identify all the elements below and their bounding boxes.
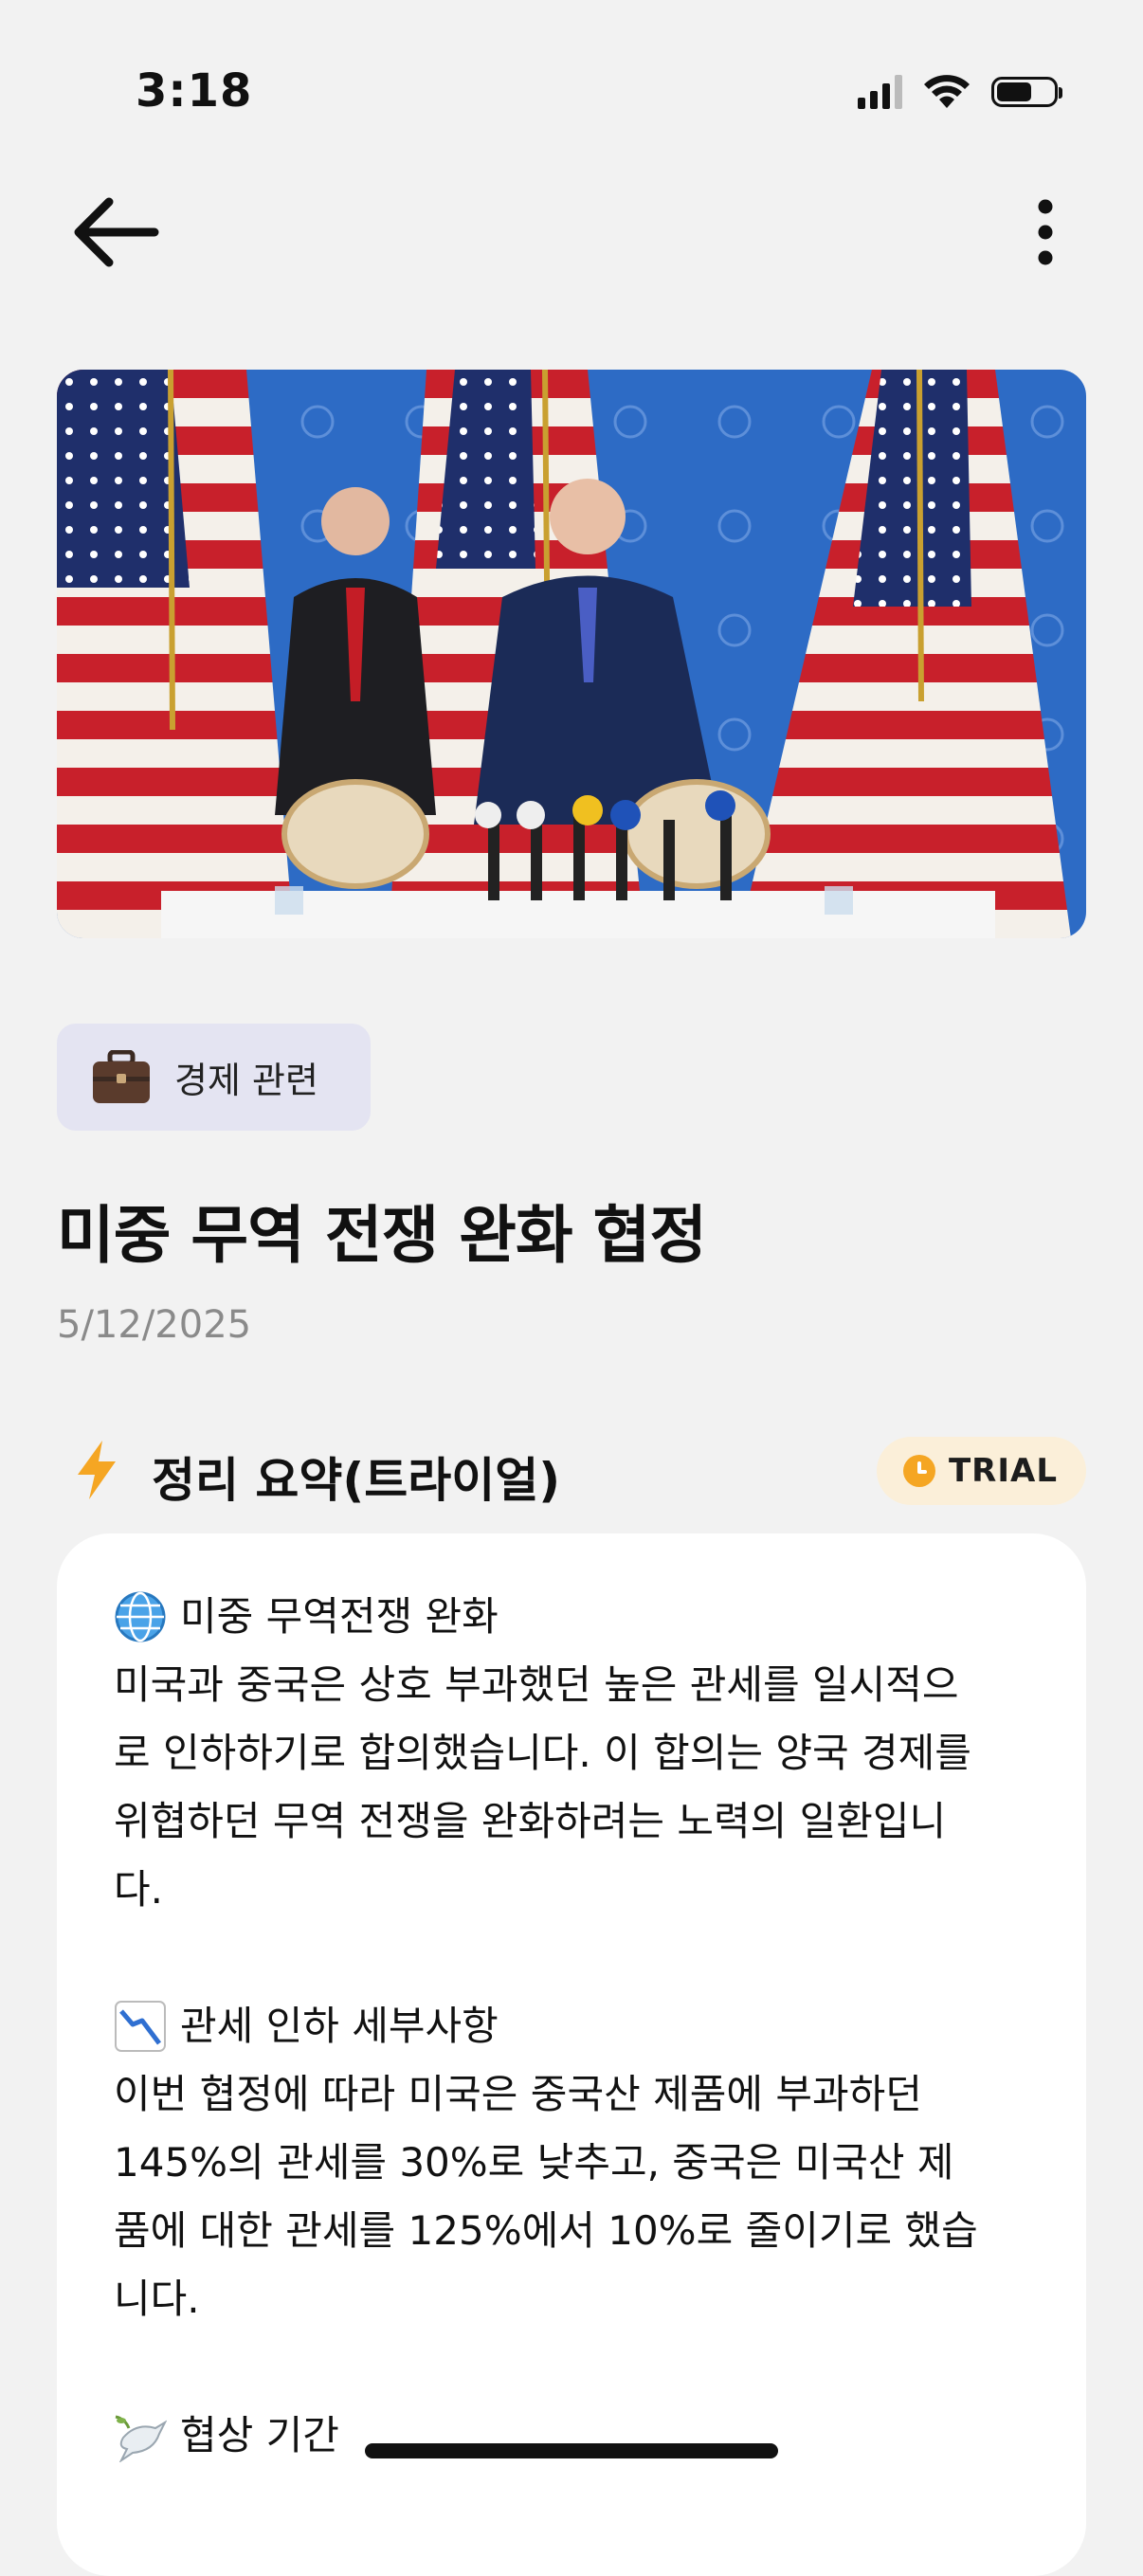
press-conference-photo [57,370,1086,938]
status-icons [858,74,1062,110]
more-options-button[interactable] [993,180,1098,284]
summary-header: 정리 요약(트라이얼) TRIAL [57,1431,1086,1516]
section-heading-text: 미중 무역전쟁 완화 [180,1593,499,1640]
article-title: 미중 무역 전쟁 완화 협정 [57,1199,707,1272]
home-indicator[interactable] [365,2443,778,2458]
lightning-icon [78,1441,116,1499]
chart-decreasing-icon [115,2001,166,2052]
globe-icon [115,1591,166,1642]
section-heading-text: 협상 기간 [180,2412,339,2458]
summary-section: 협상 기간 [114,2402,1061,2470]
summary-section: 미중 무역전쟁 완화 미국과 중국은 상호 부과했던 높은 관세를 일시적으 로… [114,1583,1061,1924]
trial-badge[interactable]: TRIAL [876,1437,1086,1505]
status-bar: 3:18 [0,0,1143,180]
briefcase-icon [93,1049,150,1103]
summary-section: 관세 인하 세부사항 이번 협정에 따라 미국은 중국산 제품에 부과하던 14… [114,1992,1061,2333]
summary-title: 정리 요약(트라이얼) [152,1453,561,1508]
more-vertical-icon [1038,199,1053,265]
section-body: 이번 협정에 따라 미국은 중국산 제품에 부과하던 145%의 관세를 30%… [114,2071,978,2322]
category-label: 경제 관련 [174,1060,318,1101]
back-button[interactable] [63,180,167,284]
hero-image [57,370,1086,938]
battery-icon [991,77,1062,107]
section-heading-text: 관세 인하 세부사항 [180,2003,499,2049]
section-body: 미국과 중국은 상호 부과했던 높은 관세를 일시적으 로 인하하기로 합의했습… [114,1661,971,1913]
arrow-left-icon [74,197,159,267]
cellular-signal-icon [858,75,902,109]
wifi-icon [924,75,970,108]
trial-label: TRIAL [948,1452,1058,1490]
section-heading: 미중 무역전쟁 완화 [114,1583,1061,1651]
dove-icon [115,2415,167,2462]
section-heading: 협상 기간 [114,2402,1061,2470]
status-time: 3:18 [136,64,253,118]
clock-icon [902,1455,935,1487]
section-heading: 관세 인하 세부사항 [114,1992,1061,2060]
category-chip[interactable]: 경제 관련 [57,1024,371,1131]
summary-card: 미중 무역전쟁 완화 미국과 중국은 상호 부과했던 높은 관세를 일시적으 로… [57,1533,1086,2576]
article-date: 5/12/2025 [57,1303,252,1347]
